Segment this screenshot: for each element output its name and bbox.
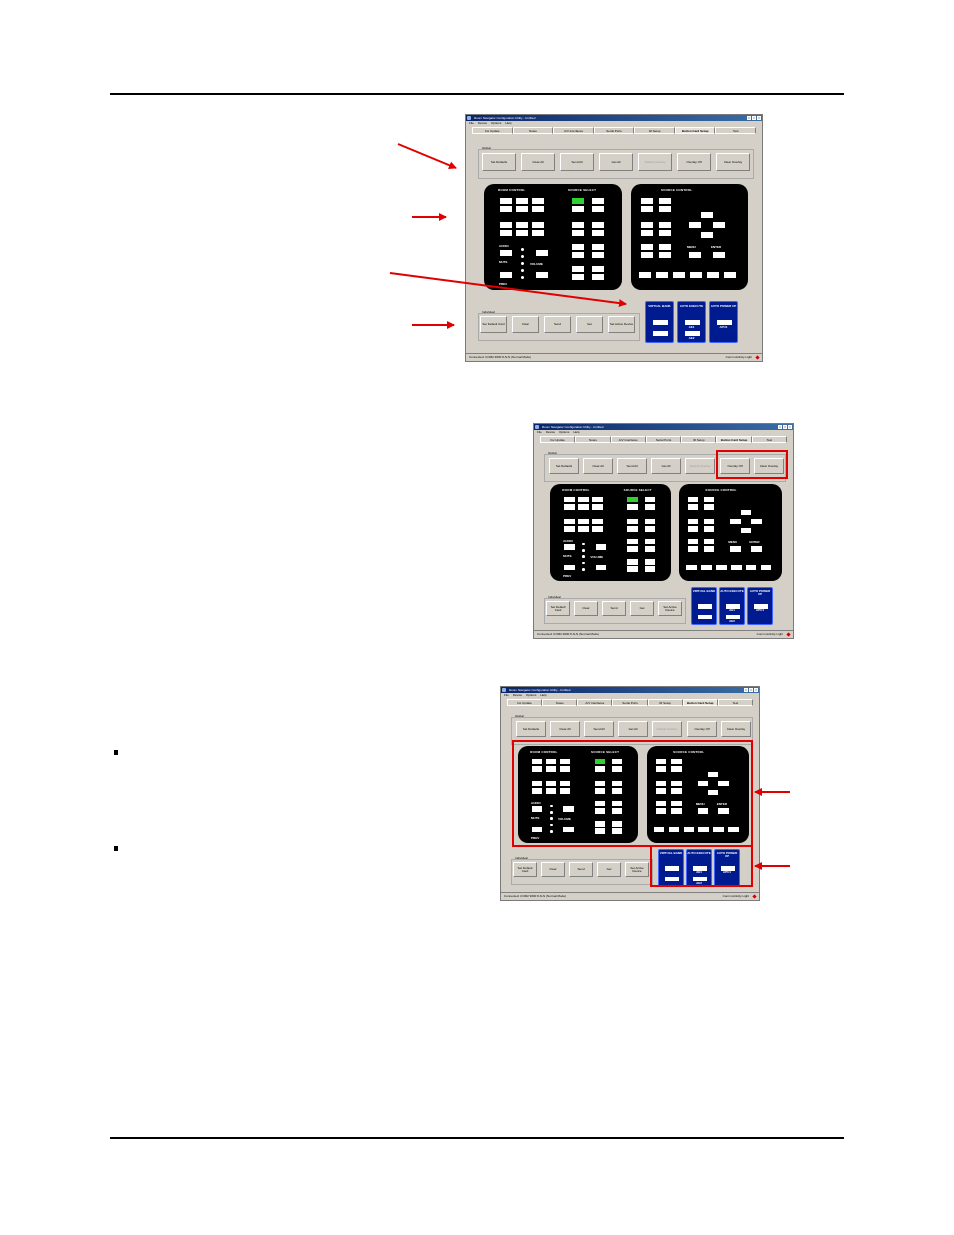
arrow-to-virtual-bank	[389, 272, 627, 308]
arrow-to-global-group	[397, 143, 457, 170]
callout-arrows	[389, 143, 790, 870]
